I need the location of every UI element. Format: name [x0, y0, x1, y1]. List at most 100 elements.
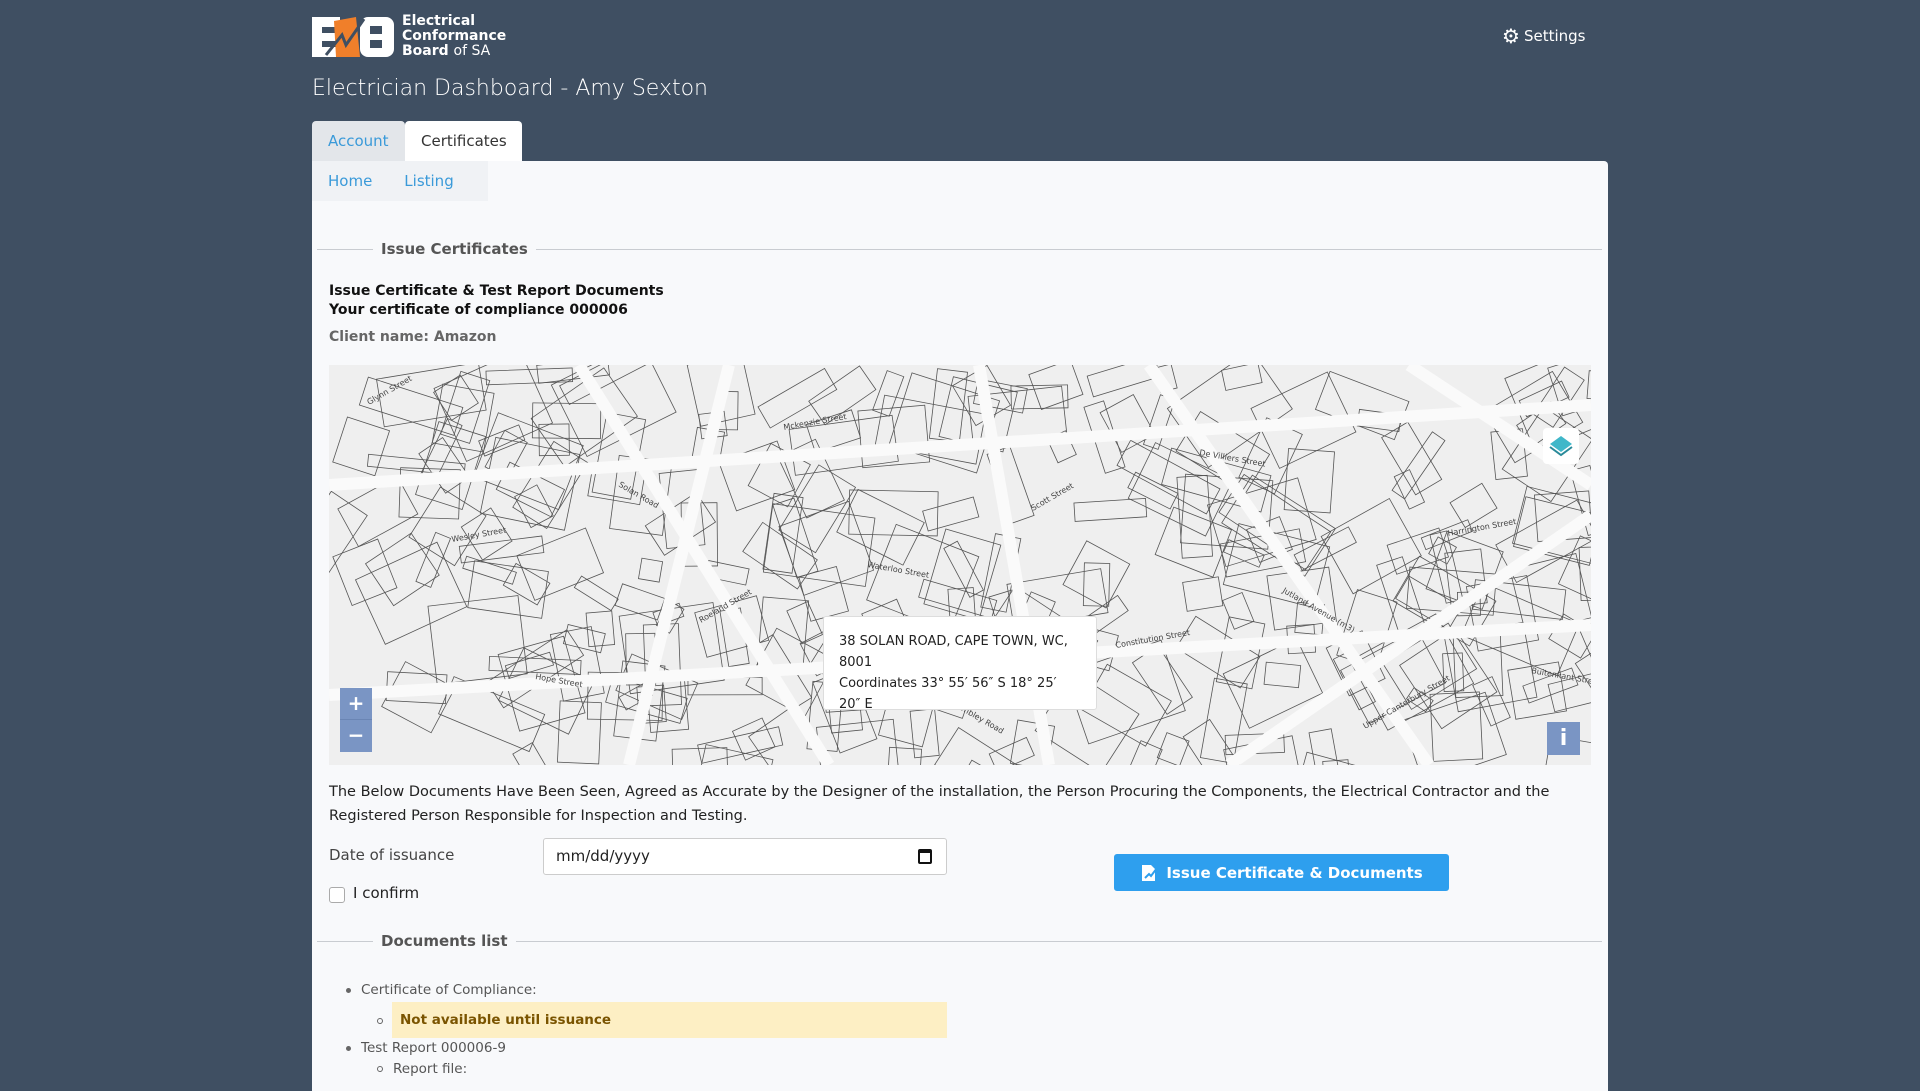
map-parcel: [1320, 497, 1422, 595]
map-parcel: [886, 746, 922, 765]
map-parcel: [947, 587, 976, 619]
map-parcel: [949, 759, 987, 765]
declaration-text: The Below Documents Have Been Seen, Agre…: [329, 784, 1550, 824]
map-parcel: [731, 717, 776, 761]
issue-certificates-legend: Issue Certificates: [317, 239, 1602, 259]
map-parcel: [742, 521, 818, 590]
map-parcel: [479, 436, 581, 531]
list-item-label: Test Report 000006-9: [361, 1040, 506, 1056]
gear-icon: ⚙: [1502, 24, 1520, 48]
map-parcel: [1221, 365, 1263, 391]
map-parcel: [358, 376, 464, 436]
subnav-home[interactable]: Home: [312, 161, 388, 201]
map-parcel: [1294, 751, 1376, 765]
map-parcel: [585, 610, 616, 648]
settings-label: Settings: [1523, 27, 1586, 45]
map-parcel: [1028, 365, 1084, 410]
street-label: De Villiers Street: [1199, 448, 1267, 469]
map-parcel: [332, 416, 391, 477]
map-parcel: [638, 557, 664, 583]
list-subitem-bullet: [377, 1013, 393, 1029]
issue-certificate-button[interactable]: Issue Certificate & Documents: [1114, 854, 1449, 891]
map-parcel: [772, 497, 819, 579]
map-road: [623, 365, 735, 765]
map-parcel: [988, 736, 1035, 765]
map-parcel: [798, 566, 849, 622]
map-parcel: [848, 489, 939, 537]
list-item: Test Report 000006-9: [346, 1040, 506, 1056]
map-parcel: [502, 562, 551, 606]
file-signature-icon: [1142, 864, 1159, 881]
map-parcel: [364, 532, 440, 607]
map-parcel: [1154, 506, 1233, 578]
logo-text: Electrical Conformance Board of SA: [402, 14, 506, 59]
map-parcel: [922, 496, 980, 532]
subnav-listing[interactable]: Listing: [388, 161, 469, 201]
map-parcel: [934, 727, 1024, 765]
documents-list-legend: Documents list: [317, 931, 1602, 951]
map-parcel: [1308, 728, 1344, 765]
logo-line: Board: [402, 43, 449, 59]
map-parcel: [923, 528, 1002, 621]
zoom-out-button[interactable]: −: [340, 720, 372, 752]
date-label: Date of issuance: [329, 846, 455, 864]
map-parcel: [431, 383, 495, 453]
map-parcel: [700, 744, 774, 765]
map-parcel: [354, 541, 468, 645]
list-subitem-label: Report file:: [393, 1061, 468, 1077]
map-parcel: [1428, 536, 1457, 565]
list-item-label: Certificate of Compliance:: [361, 982, 537, 998]
map-parcel: [1099, 394, 1156, 453]
settings-link[interactable]: ⚙ Settings: [1502, 24, 1585, 48]
map-parcel: [1156, 732, 1190, 765]
map-parcel: [1376, 556, 1427, 637]
tab-account[interactable]: Account: [312, 121, 405, 161]
legend-label: Documents list: [381, 932, 508, 950]
popup-coordinates: Coordinates 33° 55′ 56″ S 18° 25′ 20″ E: [839, 676, 1057, 712]
map-parcel: [1182, 576, 1224, 612]
zoom-in-button[interactable]: +: [340, 688, 372, 720]
map-parcel: [1532, 366, 1585, 428]
map-parcel: [928, 368, 968, 443]
map-parcel: [512, 742, 568, 765]
map-parcel: [836, 488, 925, 566]
sub-navigation: Home Listing: [312, 161, 488, 201]
street-label: Buitenkant Street: [1531, 666, 1591, 687]
page-title: Electrician Dashboard - Amy Sexton: [312, 76, 708, 101]
map-parcel: [562, 624, 606, 654]
map-parcel: [1452, 631, 1504, 698]
list-subitem: Report file:: [377, 1061, 467, 1077]
map-parcel: [697, 726, 784, 764]
ecb-logo[interactable]: Electrical Conformance Board of SA: [312, 14, 506, 59]
client-name: Client name: Amazon: [329, 329, 497, 345]
street-label: Scott Street: [1030, 481, 1076, 513]
date-of-issuance-input[interactable]: mm/dd/yyyy: [543, 838, 947, 875]
legend-label: Issue Certificates: [381, 240, 528, 258]
map-parcel: [786, 601, 823, 645]
map-parcel: [1118, 740, 1163, 765]
map-parcel: [415, 421, 487, 510]
issue-heading: Issue Certificate & Test Report Document…: [329, 283, 664, 299]
certificate-number: Your certificate of compliance 000006: [329, 302, 628, 318]
map-parcel: [573, 575, 619, 612]
map-parcel: [1283, 448, 1335, 514]
map-parcel: [762, 503, 876, 587]
layers-button[interactable]: [1543, 428, 1579, 464]
date-placeholder: mm/dd/yyyy: [556, 847, 650, 865]
calendar-icon[interactable]: [918, 849, 932, 864]
tab-certificates[interactable]: Certificates: [405, 121, 522, 161]
confirm-label[interactable]: I confirm: [353, 884, 419, 902]
issue-button-label: Issue Certificate & Documents: [1166, 863, 1423, 882]
popup-address: 38 SOLAN ROAD, CAPE TOWN, WC,: [839, 634, 1068, 649]
map-parcel: [614, 583, 666, 621]
layers-icon: [1549, 436, 1573, 457]
confirm-checkbox[interactable]: [329, 887, 345, 903]
map-parcel: [857, 404, 931, 469]
not-available-notice: Not available until issuance: [392, 1002, 947, 1038]
map-parcel: [1223, 539, 1265, 568]
map-parcel: [512, 440, 589, 529]
map-parcel: [1127, 471, 1179, 510]
info-button[interactable]: i: [1547, 722, 1580, 755]
logo-line: Electrical: [402, 13, 476, 29]
map-parcel: [1393, 469, 1426, 510]
